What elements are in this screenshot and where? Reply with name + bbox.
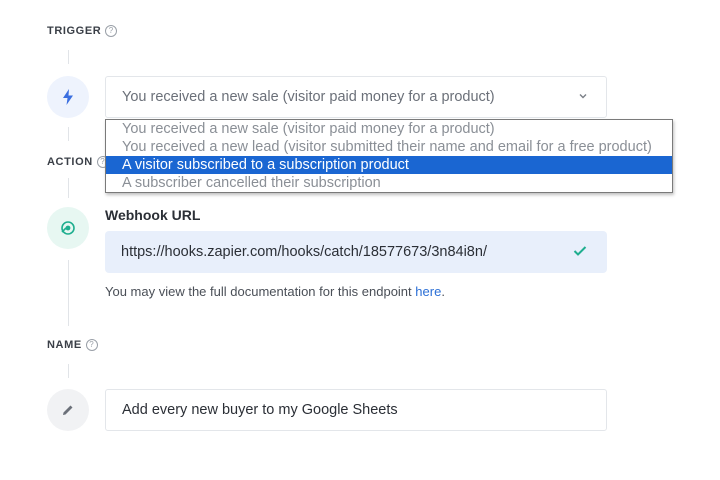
dropdown-option[interactable]: A subscriber cancelled their subscriptio… (106, 174, 672, 192)
connector-line (68, 260, 69, 326)
connector-line (68, 50, 69, 64)
name-section-label: NAME ? (47, 339, 98, 351)
trigger-label-text: TRIGGER (47, 25, 102, 37)
doc-note-period: . (441, 284, 445, 299)
connector-line (68, 127, 69, 141)
trigger-section-label: TRIGGER ? (47, 25, 118, 37)
connector-line (68, 364, 69, 378)
webhook-url-label: Webhook URL (105, 207, 201, 223)
name-input-value: Add every new buyer to my Google Sheets (122, 402, 398, 418)
help-icon[interactable]: ? (105, 25, 118, 37)
check-icon (573, 246, 587, 256)
pencil-icon (63, 405, 73, 415)
name-step-icon (47, 389, 89, 431)
action-section-label: ACTION ? (47, 156, 109, 168)
dropdown-option[interactable]: You received a new lead (visitor submitt… (106, 138, 672, 156)
name-label-text: NAME (47, 339, 82, 351)
trigger-step-icon (47, 76, 89, 118)
trigger-dropdown-list: You received a new sale (visitor paid mo… (105, 119, 673, 193)
action-step-icon (47, 207, 89, 249)
help-icon[interactable]: ? (85, 339, 98, 351)
dropdown-option[interactable]: You received a new sale (visitor paid mo… (106, 120, 672, 138)
documentation-note: You may view the full documentation for … (105, 284, 445, 299)
webhook-icon (61, 221, 75, 235)
webhook-url-value: https://hooks.zapier.com/hooks/catch/185… (121, 244, 487, 260)
connector-line (68, 178, 69, 198)
webhook-url-field[interactable]: https://hooks.zapier.com/hooks/catch/185… (105, 231, 607, 273)
dropdown-option-highlighted[interactable]: A visitor subscribed to a subscription p… (106, 156, 672, 174)
name-input[interactable]: Add every new buyer to my Google Sheets (105, 389, 607, 431)
action-label-text: ACTION (47, 156, 93, 168)
trigger-select[interactable]: You received a new sale (visitor paid mo… (105, 76, 607, 118)
chevron-down-icon (579, 94, 587, 99)
trigger-select-value: You received a new sale (visitor paid mo… (122, 89, 495, 105)
doc-note-text: You may view the full documentation for … (105, 284, 412, 299)
documentation-link[interactable]: here (415, 284, 441, 299)
lightning-icon (63, 89, 73, 105)
